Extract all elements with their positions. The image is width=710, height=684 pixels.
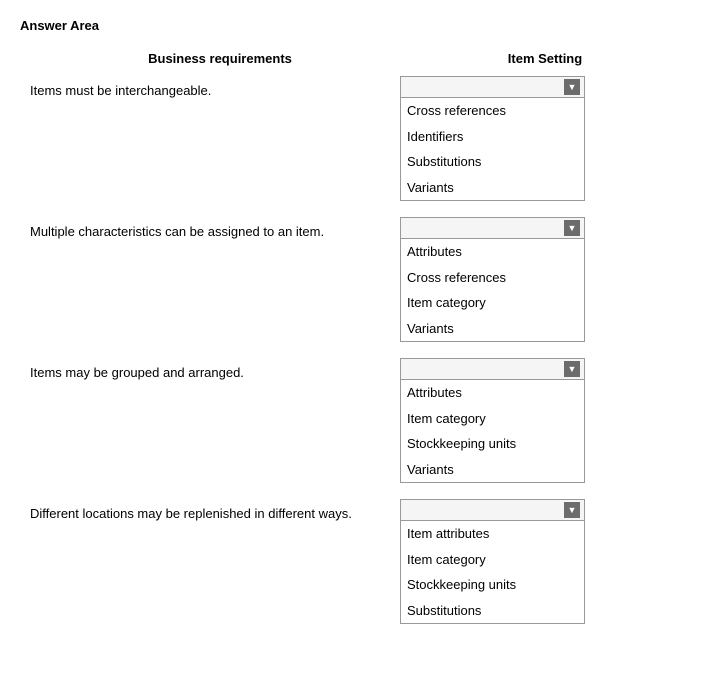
list-item[interactable]: Item category: [401, 547, 584, 573]
dropdown-header-1[interactable]: ▼: [400, 76, 585, 98]
answer-area-title: Answer Area: [20, 18, 690, 33]
table-row: Different locations may be replenished i…: [20, 499, 690, 624]
dropdown-list-2: AttributesCross referencesItem categoryV…: [400, 239, 585, 342]
list-item[interactable]: Substitutions: [401, 149, 584, 175]
list-item[interactable]: Stockkeeping units: [401, 572, 584, 598]
dropdown-container-4: ▼ Item attributesItem categoryStockkeepin…: [400, 499, 690, 624]
list-item[interactable]: Cross references: [401, 265, 584, 291]
table-row: Multiple characteristics can be assigned…: [20, 217, 690, 342]
col-header-setting: Item Setting: [400, 51, 690, 66]
col-header-requirements: Business requirements: [20, 51, 400, 66]
chevron-down-icon: ▼: [564, 502, 580, 518]
dropdown-header-2[interactable]: ▼: [400, 217, 585, 239]
list-item[interactable]: Item category: [401, 406, 584, 432]
list-item[interactable]: Variants: [401, 457, 584, 483]
list-item[interactable]: Substitutions: [401, 598, 584, 624]
dropdown-header-4[interactable]: ▼: [400, 499, 585, 521]
list-item[interactable]: Cross references: [401, 98, 584, 124]
list-item[interactable]: Item category: [401, 290, 584, 316]
dropdown-container-3: ▼ AttributesItem categoryStockkeeping uni…: [400, 358, 690, 483]
table-row: Items must be interchangeable. ▼ Cross ref…: [20, 76, 690, 201]
list-item[interactable]: Stockkeeping units: [401, 431, 584, 457]
chevron-down-icon: ▼: [564, 361, 580, 377]
dropdown-container-1: ▼ Cross referencesIdentifiersSubstitution…: [400, 76, 690, 201]
requirement-text-2: Multiple characteristics can be assigned…: [20, 217, 400, 241]
dropdown-list-3: AttributesItem categoryStockkeeping unit…: [400, 380, 585, 483]
list-item[interactable]: Identifiers: [401, 124, 584, 150]
list-item[interactable]: Attributes: [401, 239, 584, 265]
requirement-text-3: Items may be grouped and arranged.: [20, 358, 400, 382]
dropdown-container-2: ▼ AttributesCross referencesItem category…: [400, 217, 690, 342]
dropdown-header-3[interactable]: ▼: [400, 358, 585, 380]
requirement-text-4: Different locations may be replenished i…: [20, 499, 400, 523]
list-item[interactable]: Variants: [401, 316, 584, 342]
table-row: Items may be grouped and arranged. ▼ Attri…: [20, 358, 690, 483]
chevron-down-icon: ▼: [564, 220, 580, 236]
list-item[interactable]: Item attributes: [401, 521, 584, 547]
dropdown-list-4: Item attributesItem categoryStockkeeping…: [400, 521, 585, 624]
requirement-text-1: Items must be interchangeable.: [20, 76, 400, 100]
list-item[interactable]: Attributes: [401, 380, 584, 406]
chevron-down-icon: ▼: [564, 79, 580, 95]
dropdown-list-1: Cross referencesIdentifiersSubstitutions…: [400, 98, 585, 201]
list-item[interactable]: Variants: [401, 175, 584, 201]
